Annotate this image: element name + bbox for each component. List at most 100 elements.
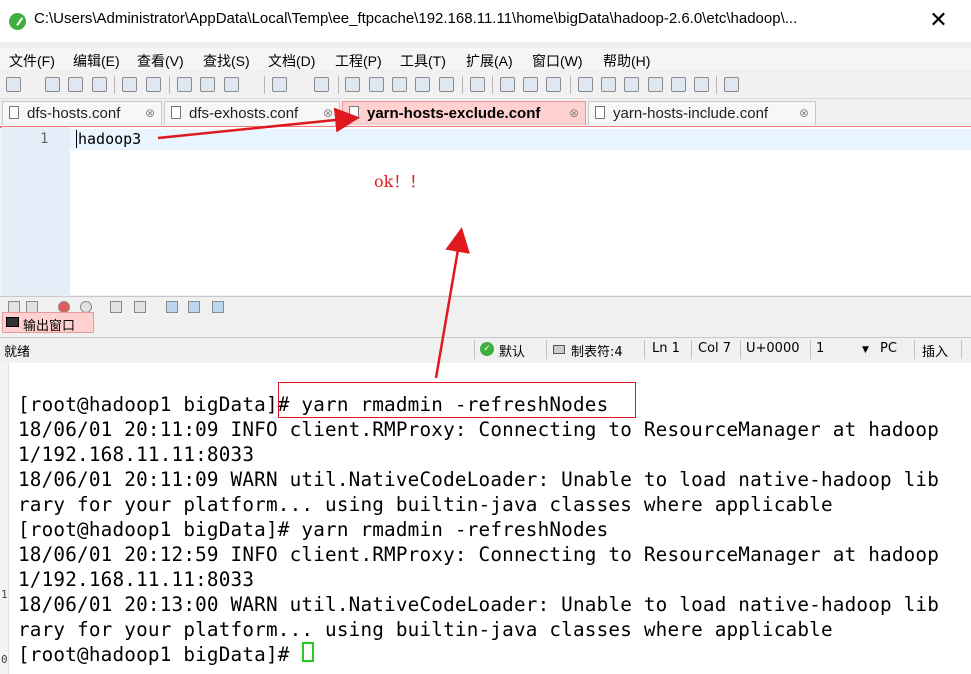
split-view-icon[interactable] — [624, 77, 639, 92]
terminal-line: rary for your platform... using builtin-… — [18, 493, 833, 516]
browser-icon[interactable] — [694, 77, 709, 92]
file-icon — [9, 106, 19, 119]
bookmark-icon[interactable] — [500, 77, 515, 92]
status-line-ending[interactable]: PC — [880, 341, 897, 356]
tab-size-icon — [553, 345, 565, 354]
terminal-line: rary for your platform... using builtin-… — [18, 618, 833, 641]
menu-file[interactable]: 文件(F) — [9, 51, 55, 71]
edge-fragment: 1 — [1, 588, 8, 601]
output-tool-icon[interactable] — [212, 301, 224, 313]
status-insert-mode[interactable]: 插入 — [922, 341, 948, 360]
toolbar — [0, 72, 971, 99]
toolbar-separator — [462, 76, 463, 94]
wrap-icon[interactable] — [314, 77, 329, 92]
status-divider — [546, 340, 547, 359]
find-icon[interactable] — [345, 77, 360, 92]
open-file-icon[interactable] — [45, 77, 60, 92]
status-line: Ln 1 — [652, 341, 680, 356]
editor-window: C:\Users\Administrator\AppData\Local\Tem… — [0, 0, 971, 363]
tab-label: dfs-hosts.conf — [27, 105, 121, 122]
app-logo-icon — [9, 13, 26, 30]
status-divider — [691, 340, 692, 359]
output-tool-icon[interactable] — [166, 301, 178, 313]
close-button[interactable]: ✕ — [906, 0, 971, 42]
replace-icon[interactable] — [369, 77, 384, 92]
terminal-line: 1/192.168.11.11:8033 — [18, 568, 255, 591]
menu-document[interactable]: 文档(D) — [268, 51, 315, 71]
output-panel: 输出窗口 — [0, 296, 971, 337]
save-all-icon[interactable] — [92, 77, 107, 92]
toolbar-separator — [338, 76, 339, 94]
status-selection: 1 — [816, 341, 825, 356]
indent-icon[interactable] — [272, 77, 287, 92]
terminal-line: 18/06/01 20:11:09 WARN util.NativeCodeLo… — [18, 468, 940, 491]
menu-view[interactable]: 查看(V) — [137, 51, 184, 71]
help-icon[interactable] — [724, 77, 739, 92]
output-window-icon[interactable] — [648, 77, 663, 92]
terminal-line: 18/06/01 20:12:59 INFO client.RMProxy: C… — [18, 543, 940, 566]
toolbar-separator — [114, 76, 115, 94]
toolbar-separator — [716, 76, 717, 94]
prev-bookmark-icon[interactable] — [523, 77, 538, 92]
terminal-line: 18/06/01 20:11:09 INFO client.RMProxy: C… — [18, 418, 940, 441]
tab-label: yarn-hosts-exclude.conf — [367, 105, 541, 122]
status-encoding-mode[interactable]: 默认 — [499, 341, 525, 360]
chevron-down-icon[interactable]: ▼ — [862, 345, 869, 355]
toolbar-separator — [492, 76, 493, 94]
goto-icon[interactable] — [439, 77, 454, 92]
new-file-icon[interactable] — [6, 77, 21, 92]
terminal-left-edge: 1 0 — [0, 363, 9, 674]
editor-line-text[interactable]: hadoop3 — [76, 130, 141, 148]
copy-icon[interactable] — [200, 77, 215, 92]
tab-output-window[interactable]: 输出窗口 — [2, 312, 94, 334]
menu-window[interactable]: 窗口(W) — [532, 51, 583, 71]
toolbar-separator — [264, 76, 265, 94]
save-icon[interactable] — [68, 77, 83, 92]
status-divider — [474, 340, 475, 359]
toolbar-separator — [169, 76, 170, 94]
tab-dfs-hosts[interactable]: dfs-hosts.conf ⊗ — [2, 101, 162, 125]
menu-search[interactable]: 查找(S) — [203, 51, 250, 71]
grid-icon[interactable] — [671, 77, 686, 92]
menu-help[interactable]: 帮助(H) — [603, 51, 650, 71]
redo-icon[interactable] — [146, 77, 161, 92]
status-ready: 就绪 — [4, 345, 31, 360]
status-divider — [914, 340, 915, 359]
document-tab-bar: dfs-hosts.conf ⊗ dfs-exhosts.conf ⊗ yarn… — [0, 99, 971, 128]
paste-icon[interactable] — [224, 77, 239, 92]
menu-tools[interactable]: 工具(T) — [400, 51, 446, 71]
tab-close-icon[interactable]: ⊗ — [145, 106, 155, 120]
output-tool-icon[interactable] — [188, 301, 200, 313]
annotation-ok-text: ok！！ — [374, 172, 426, 191]
title-bar[interactable]: C:\Users\Administrator\AppData\Local\Tem… — [0, 0, 971, 42]
menu-edit[interactable]: 编辑(E) — [73, 51, 120, 71]
tab-close-icon[interactable]: ⊗ — [799, 106, 809, 120]
tab-dfs-exhosts[interactable]: dfs-exhosts.conf ⊗ — [164, 101, 340, 125]
tab-yarn-hosts-exclude[interactable]: yarn-hosts-exclude.conf ⊗ — [342, 101, 586, 125]
abc-replace-icon[interactable] — [392, 77, 407, 92]
default-check-icon: ✓ — [480, 342, 494, 356]
file-icon — [595, 106, 605, 119]
menu-bar: 文件(F) 编辑(E) 查看(V) 查找(S) 文档(D) 工程(P) 工具(T… — [0, 48, 971, 70]
tab-yarn-hosts-include[interactable]: yarn-hosts-include.conf ⊗ — [588, 101, 816, 125]
build-icon[interactable] — [470, 77, 485, 92]
status-column: Col 7 — [698, 341, 732, 356]
tab-close-icon[interactable]: ⊗ — [569, 106, 579, 120]
undo-icon[interactable] — [122, 77, 137, 92]
status-tab-size[interactable]: 制表符:4 — [571, 341, 623, 360]
find-in-files-icon[interactable] — [415, 77, 430, 92]
status-unicode: U+0000 — [746, 341, 800, 356]
current-line-highlight — [70, 129, 971, 150]
next-bookmark-icon[interactable] — [546, 77, 561, 92]
output-tool-icon[interactable] — [134, 301, 146, 313]
menu-extensions[interactable]: 扩展(A) — [466, 51, 513, 71]
tree-view-icon[interactable] — [578, 77, 593, 92]
panel-icon[interactable] — [601, 77, 616, 92]
text-editor[interactable]: 1 hadoop3 ok！！ — [2, 127, 971, 295]
tab-close-icon[interactable]: ⊗ — [323, 106, 333, 120]
status-divider — [961, 340, 962, 359]
output-tool-icon[interactable] — [110, 301, 122, 313]
terminal-cursor[interactable] — [302, 642, 314, 662]
cut-icon[interactable] — [177, 77, 192, 92]
menu-project[interactable]: 工程(P) — [335, 51, 382, 71]
